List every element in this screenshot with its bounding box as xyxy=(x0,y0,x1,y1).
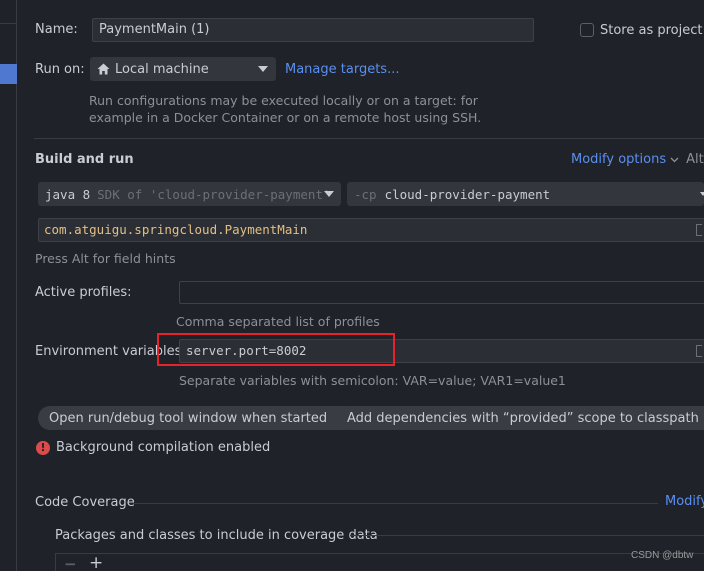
classpath-module-dropdown[interactable]: -cp cloud-provider-payment xyxy=(347,182,704,206)
field-hints-text: Press Alt for field hints xyxy=(35,251,176,266)
run-on-label: Run on: xyxy=(35,62,85,77)
chevron-down-icon xyxy=(670,157,679,162)
active-profiles-field[interactable] xyxy=(179,281,704,304)
chevron-down-icon xyxy=(700,192,704,196)
classpath-prefix: -cp xyxy=(354,186,377,202)
build-and-run-title: Build and run xyxy=(35,152,134,167)
run-on-value: Local machine xyxy=(115,61,209,77)
add-button[interactable]: + xyxy=(89,553,103,571)
coverage-packages-label: Packages and classes to include in cover… xyxy=(55,528,378,543)
sidebar xyxy=(0,0,17,571)
browse-icon[interactable] xyxy=(696,224,702,236)
active-profiles-label: Active profiles: xyxy=(35,285,132,300)
coverage-packages-list[interactable]: − + xyxy=(55,553,704,571)
edit-environment-variables-icon[interactable] xyxy=(696,345,702,357)
highlight-box xyxy=(157,333,395,366)
run-on-dropdown[interactable]: Local machine xyxy=(90,57,276,81)
option-chip[interactable]: Open run/debug tool window when started … xyxy=(38,406,357,430)
chevron-down-icon xyxy=(324,191,334,197)
manage-targets-link[interactable]: Manage targets... xyxy=(285,62,399,77)
name-value: PaymentMain (1) xyxy=(99,22,210,37)
home-icon xyxy=(97,63,110,75)
main-class-field[interactable]: com.atguigu.springcloud.PaymentMain xyxy=(38,218,704,242)
sidebar-divider xyxy=(0,23,17,24)
option-chip[interactable]: Add dependencies with “provided” scope t… xyxy=(336,406,704,430)
coverage-packages-separator xyxy=(350,535,704,536)
section-separator xyxy=(34,138,704,139)
coverage-modify-link[interactable]: Modify xyxy=(665,494,704,509)
jdk-hint: SDK of 'cloud-provider-payment' xyxy=(97,186,331,202)
option-chip-label: Add dependencies with “provided” scope t… xyxy=(347,410,699,426)
main-class-value: com.atguigu.springcloud.PaymentMain xyxy=(44,222,308,237)
code-coverage-separator xyxy=(133,503,658,504)
classpath-module-value: cloud-provider-payment xyxy=(384,186,551,202)
warning-text: Background compilation enabled xyxy=(56,440,271,455)
environment-variables-hint: Separate variables with semicolon: VAR=v… xyxy=(179,373,566,388)
watermark: CSDN @dbtw xyxy=(631,550,694,561)
store-as-project-file-checkbox[interactable] xyxy=(580,23,594,37)
modify-options-button[interactable]: Modify options Alt+ xyxy=(571,152,704,167)
background-compilation-warning: ! Background compilation enabled xyxy=(36,440,270,455)
chevron-down-icon xyxy=(258,66,268,72)
store-as-project-file-label: Store as project fi xyxy=(600,23,704,38)
code-coverage-title: Code Coverage xyxy=(35,495,135,510)
error-icon: ! xyxy=(36,440,50,455)
modify-options-shortcut: Alt+ xyxy=(686,152,704,167)
sidebar-selected-item[interactable] xyxy=(0,64,17,84)
option-chip-label: Open run/debug tool window when started xyxy=(49,410,328,426)
active-profiles-hint: Comma separated list of profiles xyxy=(176,314,380,329)
run-on-hint-line-2: example in a Docker Container or on a re… xyxy=(89,110,482,125)
run-on-hint-line-1: Run configurations may be executed local… xyxy=(89,93,478,108)
name-field[interactable]: PaymentMain (1) xyxy=(92,18,534,42)
name-label: Name: xyxy=(35,22,78,37)
remove-button[interactable]: − xyxy=(64,555,77,571)
jdk-version: java 8 xyxy=(45,186,91,202)
jdk-dropdown[interactable]: java 8 SDK of 'cloud-provider-payment' xyxy=(38,182,341,206)
modify-options-label: Modify options xyxy=(571,152,667,167)
